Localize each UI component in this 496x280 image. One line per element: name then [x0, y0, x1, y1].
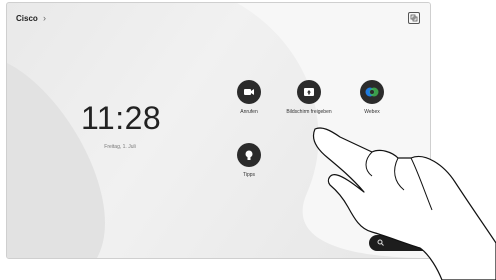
pointing-hand-illustration: [312, 127, 496, 280]
